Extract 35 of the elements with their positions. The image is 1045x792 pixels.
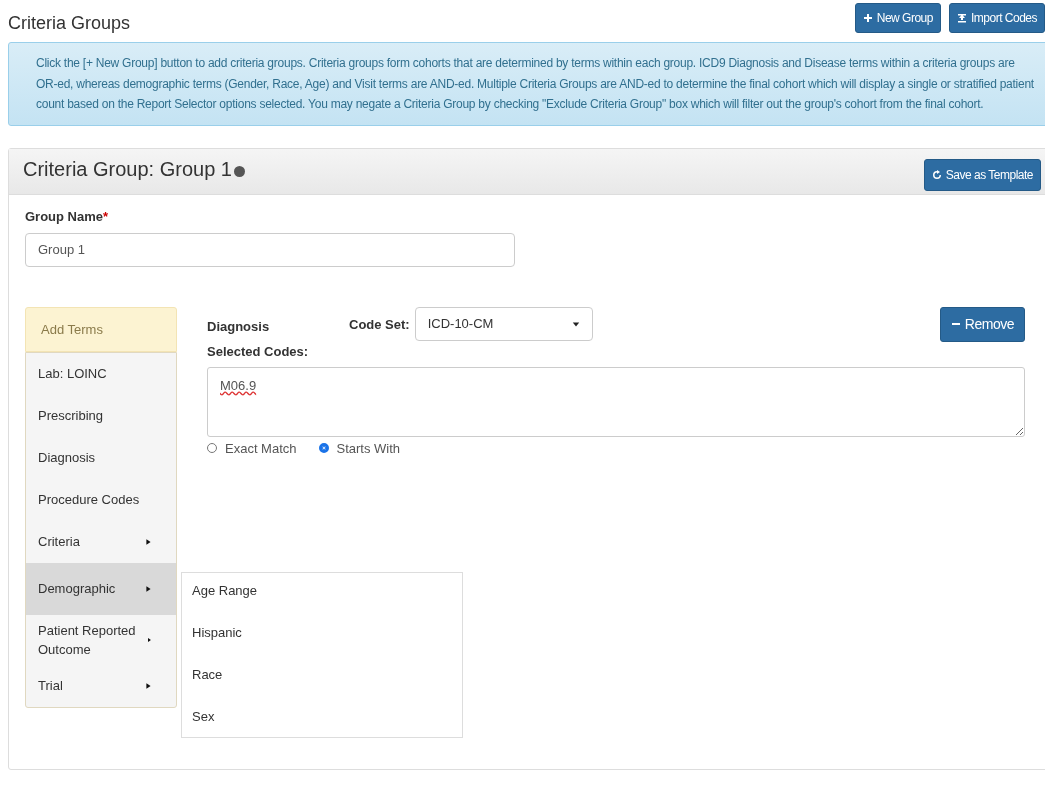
menu-item[interactable]: Trial [26,664,176,707]
header-button[interactable]: Import Codes [948,3,1045,33]
radio-button[interactable] [318,443,329,453]
import-icon [956,13,967,23]
group-name-field[interactable]: Group 1 [25,232,515,267]
panel-title: Criteria Group: Group 1 [23,157,232,181]
term-title: Diagnosis [207,318,271,334]
radio-label: Starts With [336,440,401,456]
submenu-item[interactable]: Race [182,660,462,691]
info-message: Click the [+ New Group] button to add criteria groups. Criteria groups form cohorts that are determined by terms within each group. ICD9 Diagnosis and Disease terms within a criteria groups are OR-ed, whereas demographic terms (Gender, Race, Age) and Visit terms are AND-ed. Multiple Criteria Groups are AND-ed to determine the final cohort which will display a single or stratified patient count based on the Report Selector options selected. You may negate a Criteria Group by checking "Exclude Criteria Group" box which will filter out the group's cohort from the final cohort. [8,42,1045,126]
required-asterisk: * [103,208,109,224]
selected-codes-field[interactable]: M06.9 [207,366,1025,437]
remove-button[interactable]: Remove [939,306,1025,342]
group-name-label: Group Name* [25,208,110,224]
share-icon [931,170,942,180]
submenu-item[interactable]: Sex [182,702,462,733]
save-template-button[interactable]: Save as Template [923,159,1041,191]
submenu-item[interactable]: Hispanic [182,618,462,649]
radio-label: Exact Match [225,440,297,456]
code-set-select[interactable]: ICD-10-CM [414,306,593,341]
submenu-item[interactable]: Age Range [182,576,462,607]
menu-item[interactable]: Prescribing [26,394,176,437]
menu-item[interactable]: Patient Reported Outcome [26,614,176,665]
menu-item[interactable]: Procedure Codes [26,478,176,521]
plus-icon [862,13,873,23]
selected-codes-label: Selected Codes: [207,343,310,359]
code-set-label: Code Set: [349,316,410,332]
menu-item[interactable]: Diagnosis [26,436,176,479]
page-title: Criteria Groups [8,13,131,34]
menu-item[interactable]: Lab: LOINC [26,352,176,395]
caret-down-icon [571,319,580,328]
menu-item[interactable]: Criteria [26,520,176,563]
menu-item[interactable]: Demographic [26,562,176,615]
add-terms-header: Add Terms [25,306,177,352]
header-button[interactable]: New Group [854,3,941,33]
